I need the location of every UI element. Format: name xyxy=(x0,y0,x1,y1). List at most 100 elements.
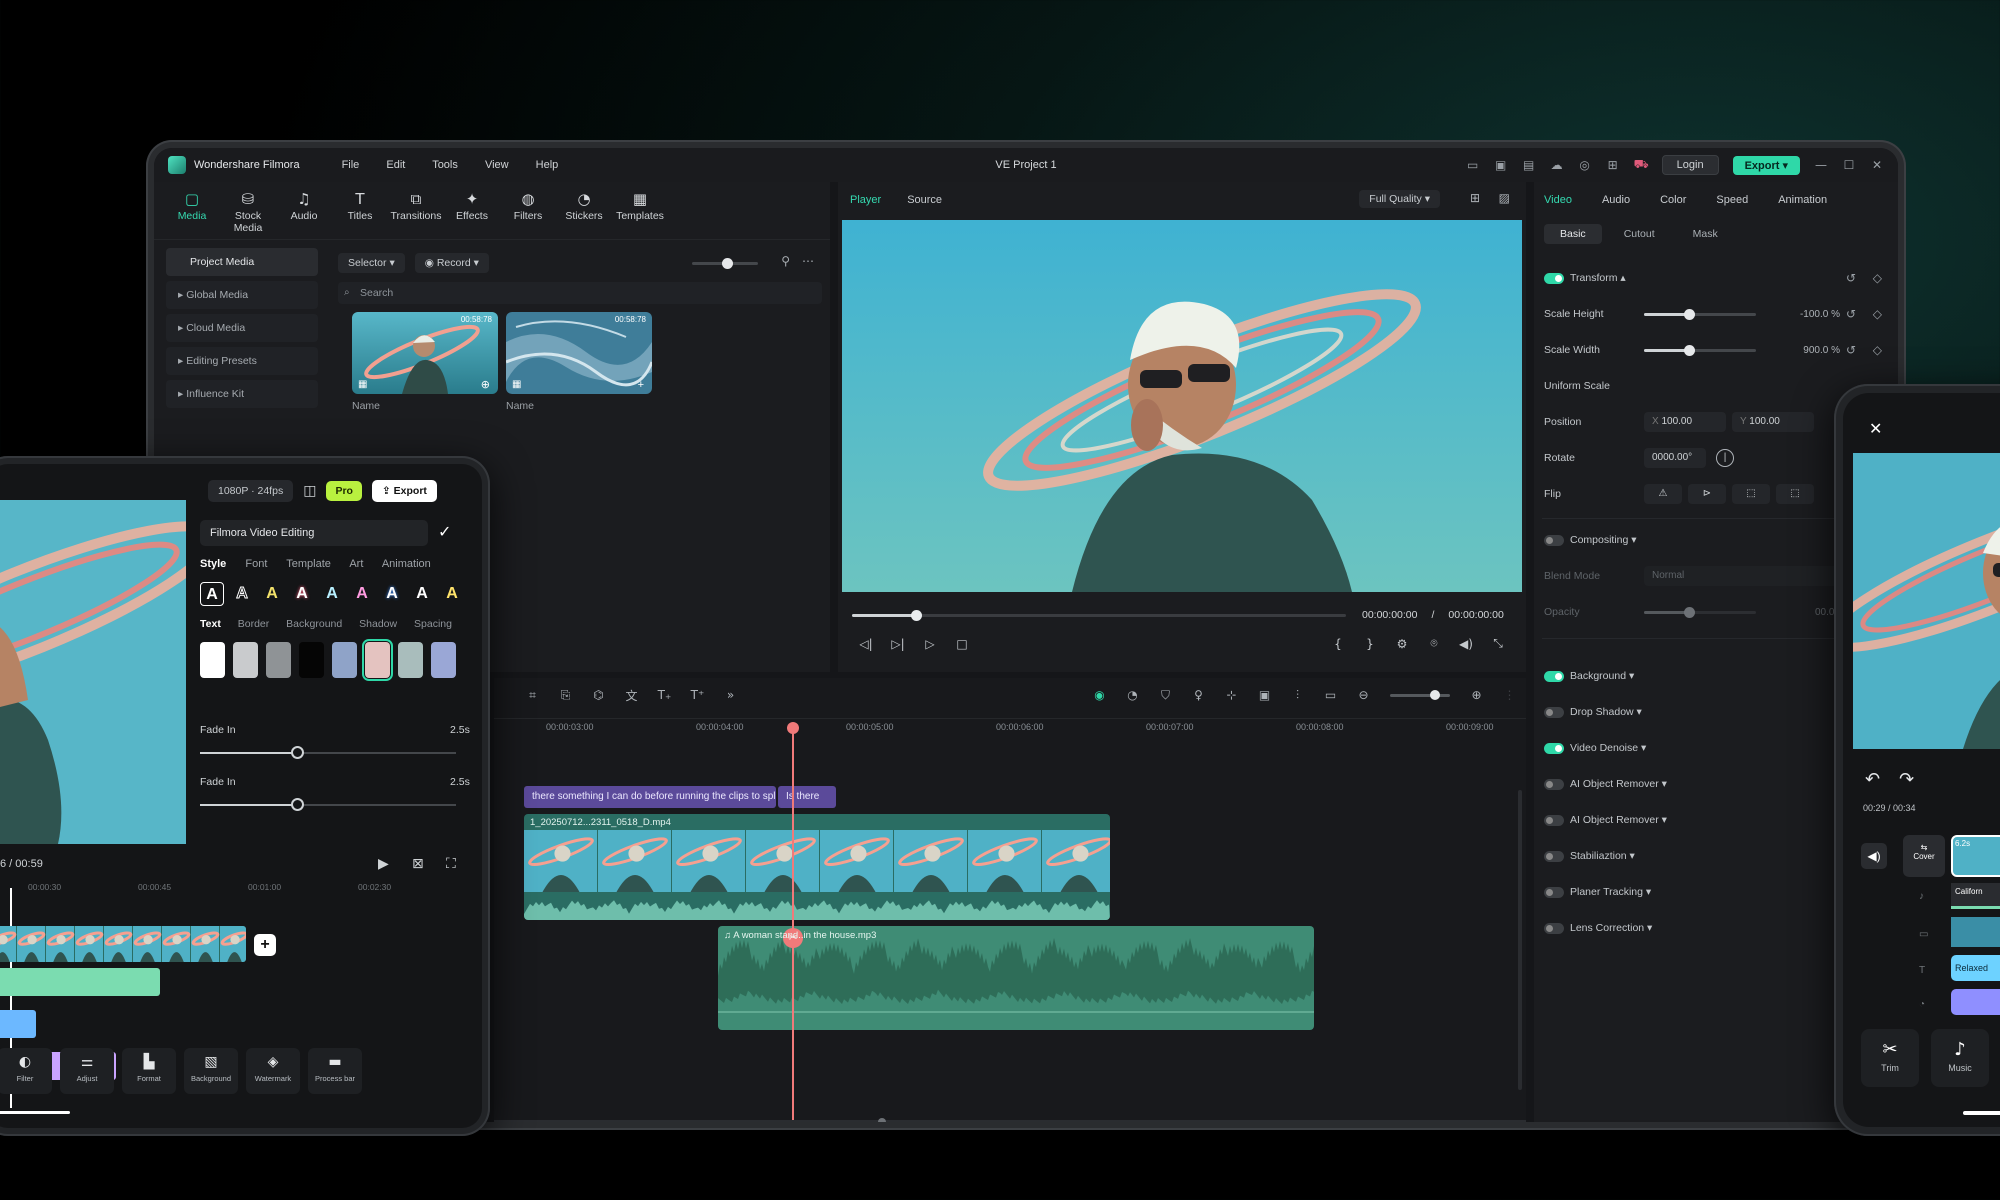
selector-dropdown[interactable]: Selector ▾ xyxy=(338,253,405,273)
style-preset[interactable]: A xyxy=(290,582,314,606)
slider-knob[interactable] xyxy=(291,798,305,811)
style-preset[interactable]: A xyxy=(410,582,434,606)
feature-toggle[interactable] xyxy=(1544,814,1564,826)
fullscreen-icon[interactable]: ⛶ xyxy=(446,856,456,872)
filter-funnel-icon[interactable]: ⚲ xyxy=(781,254,790,268)
reset-icon[interactable]: ↺ xyxy=(1846,343,1856,357)
thumbnail-add-icon[interactable]: ⊕ xyxy=(481,378,490,391)
opacity-slider[interactable] xyxy=(1644,606,1756,618)
audio-clip[interactable]: ♫ A woman stand..in the house.mp3 xyxy=(718,926,1314,1030)
grid-view-icon[interactable]: ⊞ xyxy=(1470,191,1480,205)
thumbnail-add-icon[interactable]: + xyxy=(638,379,644,391)
undo-icon[interactable]: ↶ xyxy=(1865,769,1880,789)
sidebar-item-project-media[interactable]: Project Media xyxy=(166,248,318,276)
tab-template[interactable]: Template xyxy=(286,558,331,570)
phone-sticker-clip[interactable] xyxy=(1951,989,2000,1015)
fade-in-slider[interactable] xyxy=(200,798,456,811)
tab-mask[interactable]: Mask xyxy=(1677,224,1734,244)
color-swatch[interactable] xyxy=(398,642,423,678)
color-swatch[interactable] xyxy=(266,642,291,678)
play-icon[interactable]: ▶ xyxy=(378,856,389,872)
style-preset[interactable]: A xyxy=(350,582,374,606)
tool-adjust[interactable]: ⚌ Adjust xyxy=(60,1048,114,1094)
tablet-audio-clip[interactable] xyxy=(0,968,160,996)
text-to-speech-icon[interactable]: T₊ xyxy=(648,688,681,702)
tool-watermark[interactable]: ◈ Watermark xyxy=(246,1048,300,1094)
tab-audio[interactable]: ♫ Audio xyxy=(276,190,332,239)
sidebar-item-global-media[interactable]: ▸ Global Media xyxy=(166,281,318,309)
zoom-out-icon[interactable]: ⊖ xyxy=(1347,688,1380,702)
crop-icon[interactable]: ⌗ xyxy=(516,688,549,703)
playhead[interactable]: ✂ xyxy=(783,722,803,1122)
video-preview[interactable] xyxy=(842,220,1522,592)
cover-button[interactable]: ⇆ Cover xyxy=(1903,835,1945,877)
scale-height-value[interactable]: -100.0 % xyxy=(1800,309,1840,320)
tab-stock-media[interactable]: ⛁ Stock Media xyxy=(220,190,276,239)
ai-text-icon[interactable]: T⁺ xyxy=(681,688,714,702)
phone-clip[interactable] xyxy=(1951,917,2000,947)
tab-templates[interactable]: ▦ Templates xyxy=(612,190,668,239)
tool-music[interactable]: ♪ Music xyxy=(1931,1029,1989,1087)
tab-audio[interactable]: Audio xyxy=(1602,194,1630,206)
ai-tool-icon[interactable]: ⎘ xyxy=(549,688,582,703)
title-text-input[interactable]: Filmora Video Editing xyxy=(200,520,428,546)
maximize-icon[interactable]: ☐ xyxy=(1842,158,1856,172)
render-settings-icon[interactable]: ⚙ xyxy=(1386,637,1418,651)
tab-player[interactable]: Player xyxy=(850,194,881,206)
tool-format[interactable]: ▙ Format xyxy=(122,1048,176,1094)
menu-help[interactable]: Help xyxy=(536,159,559,171)
redo-icon[interactable]: ↷ xyxy=(1899,769,1914,789)
microphone-icon[interactable]: ♀ xyxy=(1182,688,1215,702)
tab-stickers[interactable]: ◔ Stickers xyxy=(556,190,612,239)
camera-icon[interactable]: ⌾ xyxy=(1418,636,1450,651)
phone-video-clip[interactable]: 6.2s xyxy=(1951,835,2000,877)
support-icon[interactable]: ◎ xyxy=(1578,158,1592,172)
style-preset[interactable]: A xyxy=(200,582,224,606)
export-button[interactable]: Export ▾ xyxy=(1732,155,1800,175)
media-search-input[interactable]: ⌕ Search xyxy=(338,282,822,304)
phone-relaxed-clip[interactable]: Relaxed xyxy=(1951,955,2000,981)
compositing-toggle[interactable] xyxy=(1544,534,1564,546)
tab-background[interactable]: Background xyxy=(286,618,342,630)
flip-vertical-icon[interactable]: ⚠ xyxy=(1644,484,1682,504)
media-thumbnail[interactable]: 00:58:78 ▦ ⊕ xyxy=(352,312,498,394)
style-preset[interactable]: A xyxy=(230,582,254,606)
tool-filter[interactable]: ◐ Filter xyxy=(0,1048,52,1094)
tab-color[interactable]: Color xyxy=(1660,194,1686,206)
tablet-video-clip[interactable] xyxy=(0,926,246,962)
slider-knob[interactable] xyxy=(291,746,305,759)
screen-record-icon[interactable]: ▣ xyxy=(1494,158,1508,172)
close-icon[interactable]: ✕ xyxy=(1870,158,1884,172)
slider-knob[interactable] xyxy=(1683,308,1695,320)
split-icon[interactable]: ⊹ xyxy=(1215,688,1248,702)
zoom-in-icon[interactable]: ⊕ xyxy=(1460,688,1493,702)
chevron-down-icon[interactable]: ▾ xyxy=(1644,922,1652,934)
play-icon[interactable]: ▷ xyxy=(914,637,946,651)
color-swatch-selected[interactable] xyxy=(362,639,393,681)
feature-toggle[interactable] xyxy=(1544,778,1564,790)
chevron-down-icon[interactable]: ▾ xyxy=(1638,742,1646,754)
tab-speed[interactable]: Speed xyxy=(1716,194,1748,206)
position-y-field[interactable]: Y 100.00 xyxy=(1732,412,1814,432)
chevron-down-icon[interactable]: ▾ xyxy=(1627,850,1635,862)
chevron-down-icon[interactable]: ▾ xyxy=(1659,814,1667,826)
cloud-icon[interactable]: ☁ xyxy=(1550,158,1564,172)
scale-width-value[interactable]: 900.0 % xyxy=(1803,345,1840,356)
feature-toggle[interactable] xyxy=(1544,886,1564,898)
zoom-knob[interactable] xyxy=(1430,689,1440,700)
player-progress-bar[interactable] xyxy=(852,609,1346,621)
color-swatch[interactable] xyxy=(299,642,324,678)
tablet-export-button[interactable]: ⇪ Export xyxy=(371,480,437,502)
tab-animation[interactable]: Animation xyxy=(382,558,431,570)
style-preset[interactable]: A xyxy=(380,582,404,606)
rotate-field[interactable]: 0000.00° xyxy=(1644,448,1706,468)
tab-spacing[interactable]: Spacing xyxy=(414,618,452,630)
menu-tools[interactable]: Tools xyxy=(432,159,458,171)
mixer-icon[interactable]: ⫶ xyxy=(1281,688,1314,703)
rotate-dial-icon[interactable]: | xyxy=(1716,449,1734,467)
tablet-text-clip[interactable] xyxy=(0,1010,36,1038)
tool-trim[interactable]: ✂ Trim xyxy=(1861,1029,1919,1087)
multi-cam-icon[interactable]: ▣ xyxy=(1248,688,1281,702)
layout-icon[interactable]: ▭ xyxy=(1314,688,1347,702)
tab-border[interactable]: Border xyxy=(238,618,270,630)
